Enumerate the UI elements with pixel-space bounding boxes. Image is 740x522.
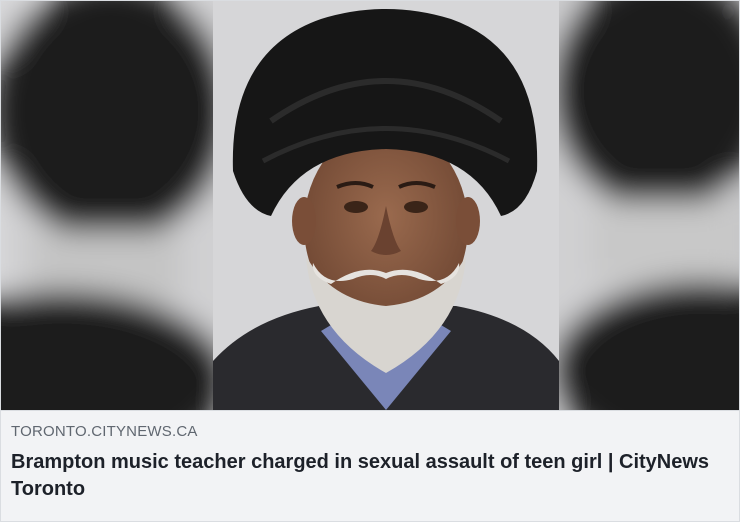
link-preview-card[interactable]: TORONTO.CITYNEWS.CA Brampton music teach… — [0, 0, 740, 522]
center-photo — [213, 1, 559, 410]
news-photo-icon — [1, 1, 739, 410]
link-caption[interactable]: TORONTO.CITYNEWS.CA Brampton music teach… — [1, 410, 739, 521]
preview-image[interactable] — [1, 1, 739, 410]
link-domain: TORONTO.CITYNEWS.CA — [11, 423, 198, 440]
link-title[interactable]: Brampton music teacher charged in sexual… — [11, 449, 729, 503]
